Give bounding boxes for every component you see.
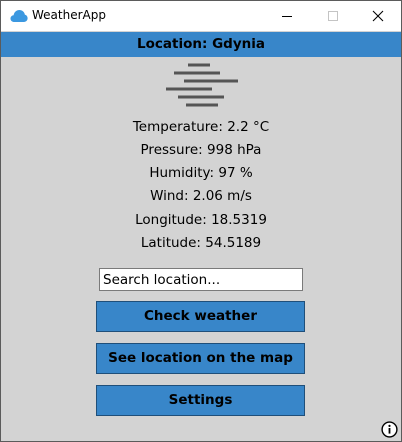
maximize-button[interactable] — [310, 1, 356, 31]
close-button[interactable] — [355, 1, 401, 31]
maximize-icon — [328, 11, 338, 21]
pressure-label: Pressure: 998 hPa — [140, 142, 262, 158]
app-window: WeatherApp Location: Gdynia Temperature:… — [0, 0, 402, 442]
cloud-icon — [10, 10, 28, 22]
minimize-button[interactable] — [264, 1, 310, 31]
settings-button[interactable]: Settings — [96, 385, 305, 416]
fog-icon — [166, 63, 238, 107]
title-bar[interactable]: WeatherApp — [1, 1, 401, 31]
humidity-label: Humidity: 97 % — [149, 165, 253, 181]
longitude-label: Longitude: 18.5319 — [135, 212, 267, 228]
wind-label: Wind: 2.06 m/s — [150, 188, 252, 204]
see-location-map-button[interactable]: See location on the map — [96, 343, 305, 374]
location-header: Location: Gdynia — [1, 32, 401, 57]
info-icon[interactable] — [381, 421, 398, 438]
check-weather-button[interactable]: Check weather — [96, 301, 305, 332]
temperature-label: Temperature: 2.2 °C — [132, 119, 270, 135]
close-icon — [372, 10, 384, 22]
minimize-icon — [282, 16, 292, 17]
window-title: WeatherApp — [32, 8, 106, 22]
latitude-label: Latitude: 54.5189 — [140, 235, 262, 251]
search-location-input[interactable] — [99, 268, 303, 291]
